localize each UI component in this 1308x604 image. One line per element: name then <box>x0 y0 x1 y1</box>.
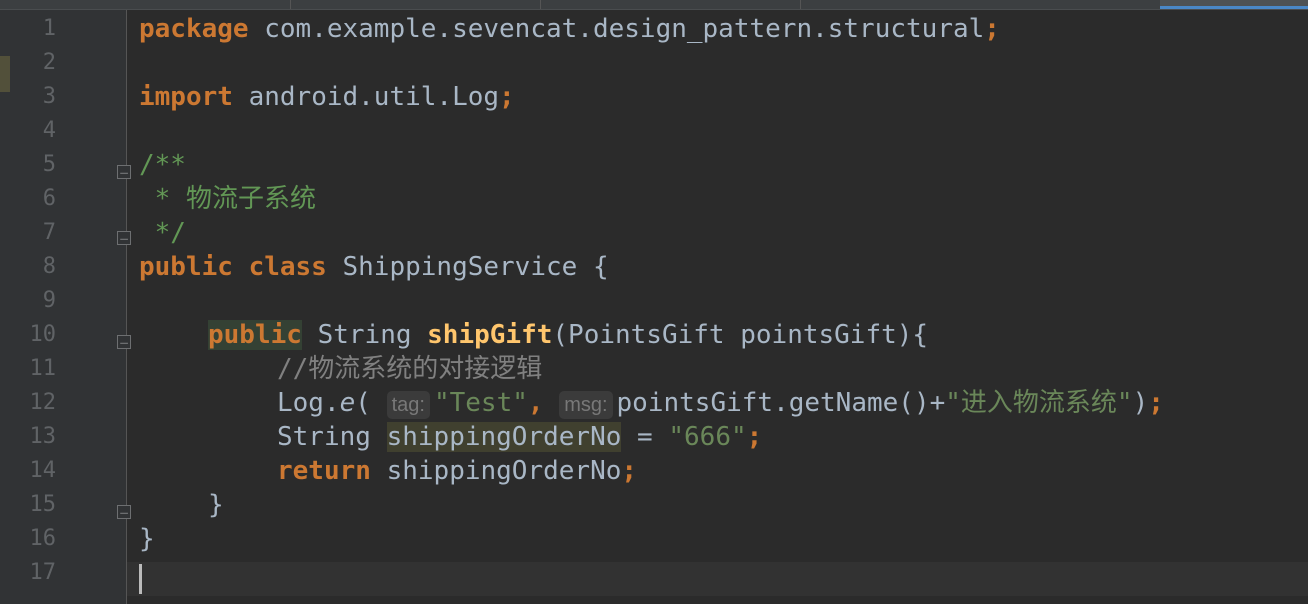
text-cursor <box>139 564 142 594</box>
code-line-13[interactable]: String shippingOrderNo = "666"; <box>277 420 762 454</box>
line-number: 4 <box>42 118 56 143</box>
semicolon: ; <box>499 82 515 112</box>
line-number: 16 <box>29 526 57 551</box>
code-line-14[interactable]: return shippingOrderNo; <box>277 454 637 488</box>
return-value: shippingOrderNo <box>370 456 622 486</box>
line-number: 2 <box>42 50 56 75</box>
class-declaration: ShippingService { <box>326 252 609 282</box>
active-editor-tab[interactable] <box>1160 0 1308 9</box>
editor-tab-bar <box>0 0 1308 10</box>
code-line-10[interactable]: public String shipGift(PointsGift points… <box>208 318 928 352</box>
line-number: 14 <box>29 458 57 483</box>
keyword: package <box>139 14 249 44</box>
current-line-highlight <box>127 562 1308 596</box>
fold-end-icon[interactable]: − <box>117 231 131 247</box>
log-class: Log. <box>277 388 340 418</box>
line-number: 3 <box>42 84 56 109</box>
return-type: String <box>301 320 428 350</box>
expression: pointsGift.getName()+ <box>616 388 946 418</box>
log-method: e <box>339 388 356 418</box>
assign-operator: = <box>621 422 669 452</box>
param-hint-tag: tag: <box>386 391 430 419</box>
keyword: return <box>277 456 371 486</box>
tab-separator <box>290 0 291 9</box>
fold-end-icon[interactable]: − <box>117 505 131 521</box>
fold-collapse-icon[interactable]: − <box>117 165 131 181</box>
package-name: com.example.sevencat.design_pattern.stru… <box>248 14 985 44</box>
variable-highlighted: shippingOrderNo <box>386 422 622 452</box>
line-number: 11 <box>29 356 57 381</box>
method-params: (PointsGift pointsGift){ <box>552 320 929 350</box>
tab-separator <box>800 0 801 9</box>
line-number: 5 <box>42 152 56 177</box>
line-comment[interactable]: //物流系统的对接逻辑 <box>277 352 542 386</box>
semicolon: ; <box>746 422 763 452</box>
code-editor[interactable]: 1 2 3 4 5 6 7 8 9 10 11 12 13 14 15 16 1… <box>0 0 1308 604</box>
doc-comment-body[interactable]: * 物流子系统 <box>139 182 316 216</box>
doc-comment-start[interactable]: /** <box>139 148 186 182</box>
paren-close: ) <box>1132 388 1149 418</box>
line-number: 15 <box>29 492 57 517</box>
tab-separator <box>540 0 541 9</box>
closing-brace[interactable]: } <box>208 488 224 522</box>
line-number: 1 <box>42 16 56 41</box>
line-number: 6 <box>42 186 56 211</box>
line-number: 9 <box>42 288 56 313</box>
code-line-12[interactable]: Log.e( tag: "Test", msg: pointsGift.getNam… <box>277 386 1164 420</box>
method-name: shipGift <box>427 320 553 350</box>
line-number: 13 <box>29 424 57 449</box>
comma: , <box>527 388 560 418</box>
closing-brace[interactable]: } <box>139 522 155 556</box>
fold-collapse-icon[interactable]: − <box>117 335 131 351</box>
line-number: 7 <box>42 220 56 245</box>
semicolon: ; <box>984 14 1000 44</box>
param-hint-msg: msg: <box>559 391 613 419</box>
line-number: 8 <box>42 254 56 279</box>
line-number: 10 <box>29 322 57 347</box>
semicolon: ; <box>621 456 638 486</box>
type-name: String <box>277 422 387 452</box>
string-literal: "Test" <box>433 388 528 418</box>
code-line-1[interactable]: package com.example.sevencat.design_patt… <box>139 12 1000 46</box>
keyword: public class <box>139 252 327 282</box>
line-number-gutter: 1 2 3 4 5 6 7 8 9 10 11 12 13 14 15 16 1… <box>0 10 127 604</box>
paren-open: ( <box>355 388 387 418</box>
keyword: import <box>139 82 233 112</box>
code-line-8[interactable]: public class ShippingService { <box>139 250 609 284</box>
line-number: 12 <box>29 390 57 415</box>
string-literal: "666" <box>668 422 747 452</box>
semicolon: ; <box>1148 388 1164 418</box>
line-number: 17 <box>29 560 57 585</box>
code-line-3[interactable]: import android.util.Log; <box>139 80 515 114</box>
doc-comment-end[interactable]: */ <box>139 216 186 250</box>
string-literal: "进入物流系统" <box>945 388 1133 418</box>
import-path: android.util.Log <box>232 82 500 112</box>
keyword-highlighted: public <box>208 320 302 350</box>
